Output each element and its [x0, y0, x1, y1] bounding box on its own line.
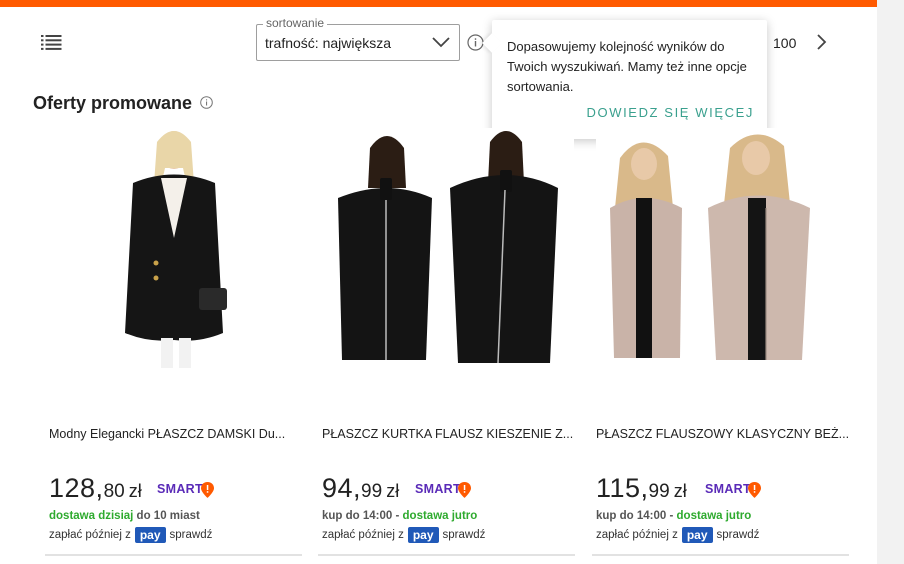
product-card[interactable]: PŁASZCZ FLAUSZOWY KLASYCZNY BEŻ... 115,9…: [592, 128, 849, 564]
tooltip-arrow: [482, 33, 502, 53]
product-title[interactable]: Modny Elegancki PŁASZCZ DAMSKI Du...: [49, 427, 301, 441]
chevron-right-icon[interactable]: [814, 33, 828, 51]
product-card[interactable]: PŁASZCZ KURTKA FLAUSZ KIESZENIE Z... 94,…: [318, 128, 575, 564]
pay-later-info: zapłać później z pay sprawdź: [49, 527, 213, 543]
smart-pin-icon: [458, 482, 471, 498]
smart-pin-icon: [748, 482, 761, 498]
product-price: 128,80 zł: [49, 473, 142, 503]
product-price: 94,99 zł: [322, 473, 400, 503]
product-title[interactable]: PŁASZCZ FLAUSZOWY KLASYCZNY BEŻ...: [596, 427, 848, 441]
page-count: 100: [773, 35, 797, 51]
payu-logo: pay: [407, 527, 439, 543]
sort-value: trafność: największa: [265, 35, 392, 51]
pay-later-link[interactable]: sprawdź: [170, 529, 213, 541]
brand-top-bar: [0, 0, 877, 7]
card-divider: [45, 554, 302, 556]
product-card[interactable]: Modny Elegancki PŁASZCZ DAMSKI Du... 128…: [45, 128, 302, 564]
delivery-info: kup do 14:00 - dostawa jutro: [596, 510, 752, 522]
delivery-info: dostawa dzisiaj do 10 miast: [49, 510, 200, 522]
page-gutter: [877, 0, 904, 564]
product-image[interactable]: [322, 128, 574, 368]
sort-select[interactable]: sortowanie trafność: największa: [256, 16, 460, 61]
product-title[interactable]: PŁASZCZ KURTKA FLAUSZ KIESZENIE Z...: [322, 427, 574, 441]
smart-badge: SMART: [705, 482, 751, 496]
smart-badge: SMART: [157, 482, 203, 496]
pay-later-link[interactable]: sprawdź: [443, 529, 486, 541]
chevron-down-icon: [432, 37, 450, 48]
payu-logo: pay: [134, 527, 166, 543]
section-title: Oferty promowane: [33, 93, 193, 113]
card-divider: [592, 554, 849, 556]
list-view-icon[interactable]: [41, 34, 63, 50]
tooltip-text: Dopasowujemy kolejność wyników do Twoich…: [507, 39, 747, 94]
product-image[interactable]: [49, 128, 301, 368]
product-image[interactable]: [596, 128, 848, 368]
pay-later-link[interactable]: sprawdź: [717, 529, 760, 541]
payu-logo: pay: [681, 527, 713, 543]
smart-badge: SMART: [415, 482, 461, 496]
smart-pin-icon: [201, 482, 214, 498]
delivery-info: kup do 14:00 - dostawa jutro: [322, 510, 478, 522]
product-price: 115,99 zł: [596, 473, 687, 503]
sort-label: sortowanie: [263, 16, 328, 30]
learn-more-link[interactable]: DOWIEDZ SIĘ WIĘCEJ: [587, 105, 754, 120]
sort-info-tooltip: Dopasowujemy kolejność wyników do Twoich…: [482, 20, 767, 139]
card-divider: [318, 554, 575, 556]
pay-later-info: zapłać później z pay sprawdź: [322, 527, 486, 543]
pay-later-info: zapłać później z pay sprawdź: [596, 527, 760, 543]
info-icon[interactable]: [200, 96, 213, 109]
